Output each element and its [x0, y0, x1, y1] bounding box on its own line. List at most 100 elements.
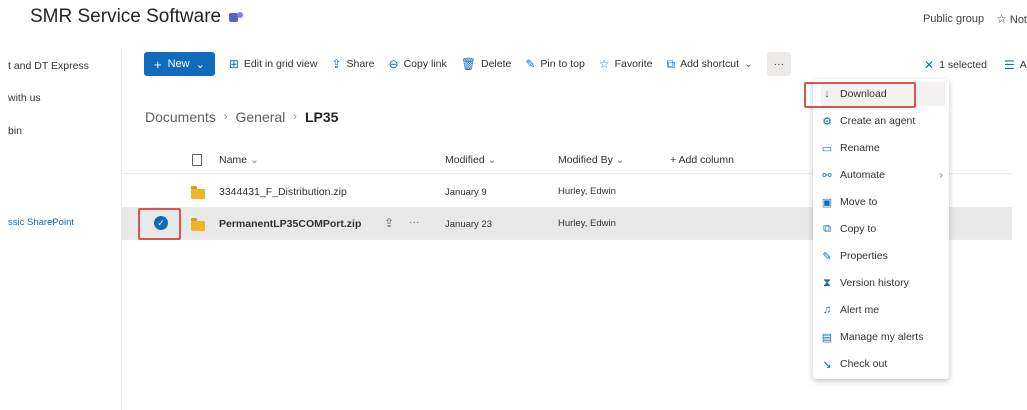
manage-alerts-icon: ▤: [821, 331, 833, 344]
favorite-button[interactable]: ☆ Favorite: [599, 57, 653, 71]
pin-label: Pin to top: [540, 58, 585, 70]
menu-item-label: Rename: [840, 142, 880, 154]
column-modified-by-label: Modified By: [558, 154, 613, 166]
follow-button[interactable]: ☆ Not: [996, 12, 1027, 26]
share-icon: ⇪: [331, 57, 342, 71]
breadcrumb: Documents › General › LP35: [145, 109, 338, 125]
add-shortcut-button[interactable]: ⧉ Add shortcut ⌄: [667, 57, 753, 72]
column-name-label: Name: [219, 154, 248, 166]
version-icon: ⧗: [823, 276, 831, 289]
copy-link-button[interactable]: ⊖ Copy link: [389, 57, 447, 71]
share-button[interactable]: ⇪ Share: [331, 57, 374, 71]
checkout-icon: ↘: [822, 358, 832, 371]
file-name[interactable]: 3344431_F_Distribution.zip: [219, 186, 347, 198]
edit-grid-label: Edit in grid view: [243, 58, 318, 70]
view-options-icon[interactable]: ☰: [1004, 58, 1015, 72]
star-icon: ☆: [996, 12, 1007, 26]
nav-item-with-us[interactable]: with us: [8, 92, 41, 104]
move-icon: ▣: [821, 196, 833, 209]
zip-folder-icon: [191, 186, 205, 199]
site-title-text: SMR Service Software: [30, 6, 222, 27]
nav-item-express[interactable]: t and DT Express: [8, 60, 89, 72]
more-actions-icon[interactable]: ···: [409, 216, 420, 228]
breadcrumb-general[interactable]: General: [235, 109, 285, 125]
view-options-label[interactable]: A: [1020, 59, 1027, 71]
menu-item-check-out[interactable]: ↘ Check out: [821, 352, 945, 376]
menu-item-label: Create an agent: [840, 115, 916, 127]
column-modified-label: Modified: [445, 154, 485, 166]
breadcrumb-documents[interactable]: Documents: [145, 109, 216, 125]
group-label: Public group: [922, 13, 985, 25]
automate-icon: ⚯: [822, 169, 832, 182]
menu-item-create-agent[interactable]: ⚙ Create an agent: [821, 109, 945, 133]
menu-item-label: Properties: [840, 250, 888, 262]
nav-link-classic-sharepoint[interactable]: ssic SharePoint: [8, 217, 74, 228]
menu-item-automate[interactable]: ⚯ Automate ›: [821, 163, 945, 187]
breadcrumb-current: LP35: [304, 109, 339, 125]
teams-icon: [229, 11, 244, 23]
selected-count: 1 selected: [939, 59, 987, 71]
download-highlight: [804, 82, 916, 108]
follow-label: Not: [1009, 14, 1027, 26]
row-checkbox[interactable]: ✓: [154, 216, 168, 230]
menu-item-manage-alerts[interactable]: ▤ Manage my alerts: [821, 325, 945, 349]
copy-icon: ⧉: [823, 222, 831, 235]
menu-item-rename[interactable]: ▭ Rename: [821, 136, 945, 160]
edit-grid-button[interactable]: ⊞ Edit in grid view: [229, 57, 318, 71]
menu-item-label: Alert me: [840, 304, 880, 316]
zip-folder-icon: [191, 218, 205, 231]
nav-item-recycle-bin[interactable]: bin: [8, 125, 22, 137]
modified-date: January 23: [445, 219, 493, 230]
menu-item-label: Move to: [840, 196, 878, 208]
menu-item-move-to[interactable]: ▣ Move to: [821, 190, 945, 214]
share-label: Share: [346, 58, 375, 70]
pin-button[interactable]: ✎ Pin to top: [525, 57, 584, 71]
chevron-down-icon: ⌄: [195, 58, 205, 71]
more-button[interactable]: ···: [766, 52, 791, 76]
chevron-down-icon: ⌄: [744, 58, 753, 70]
column-name[interactable]: Name ⌄: [219, 154, 259, 166]
menu-item-copy-to[interactable]: ⧉ Copy to: [821, 217, 945, 241]
menu-item-label: Copy to: [840, 223, 877, 235]
add-column-button[interactable]: + Add column: [670, 154, 734, 166]
chevron-right-icon: ›: [223, 111, 228, 123]
context-menu: ↓ Download ⚙ Create an agent ▭ Rename ⚯ Auto…: [813, 79, 949, 379]
grid-icon: ⊞: [228, 57, 239, 71]
add-shortcut-label: Add shortcut: [680, 58, 740, 70]
bell-icon: ♫: [822, 304, 832, 316]
column-modified-by[interactable]: Modified By ⌄: [558, 154, 625, 166]
site-title[interactable]: SMR Service Software: [30, 6, 244, 28]
delete-label: Delete: [481, 58, 512, 70]
copy-link-label: Copy link: [403, 58, 447, 70]
menu-item-alert-me[interactable]: ♫ Alert me: [821, 298, 945, 322]
left-navigation: t and DT Express with us bin ssic ShareP…: [0, 50, 122, 410]
menu-item-properties[interactable]: ✎ Properties: [821, 244, 945, 268]
chevron-right-icon: ›: [939, 169, 943, 181]
column-modified[interactable]: Modified ⌄: [445, 154, 496, 166]
trash-icon: 🗑: [460, 57, 476, 71]
plus-icon: +: [154, 56, 162, 72]
menu-item-version-history[interactable]: ⧗ Version history: [821, 271, 945, 295]
modified-by: Hurley, Edwin: [558, 186, 616, 197]
selection-info: ✕ 1 selected ☰ A: [924, 58, 1027, 72]
new-button[interactable]: + New ⌄: [144, 52, 215, 76]
chevron-down-icon: ⌄: [615, 154, 625, 166]
delete-button[interactable]: 🗑 Delete: [461, 57, 512, 71]
chevron-right-icon: ›: [293, 111, 297, 123]
menu-item-label: Manage my alerts: [840, 331, 924, 343]
command-bar: + New ⌄ ⊞ Edit in grid view ⇪ Share ⊖ Copy …: [144, 52, 1027, 76]
clear-selection-icon[interactable]: ✕: [924, 58, 934, 72]
modified-date: January 9: [445, 187, 487, 198]
favorite-label: Favorite: [614, 58, 653, 70]
menu-item-label: Version history: [840, 277, 909, 289]
share-icon[interactable]: ⇪: [384, 216, 394, 230]
file-name[interactable]: PermanentLP35COMPort.zip: [219, 218, 361, 230]
rename-icon: ▭: [821, 142, 833, 155]
menu-item-label: Check out: [840, 358, 888, 370]
shortcut-icon: ⧉: [666, 56, 676, 71]
pencil-icon: ✎: [822, 250, 832, 263]
agent-icon: ⚙: [822, 115, 832, 128]
star-icon: ☆: [598, 57, 610, 71]
document-icon: [192, 154, 202, 166]
new-label: New: [167, 58, 190, 70]
